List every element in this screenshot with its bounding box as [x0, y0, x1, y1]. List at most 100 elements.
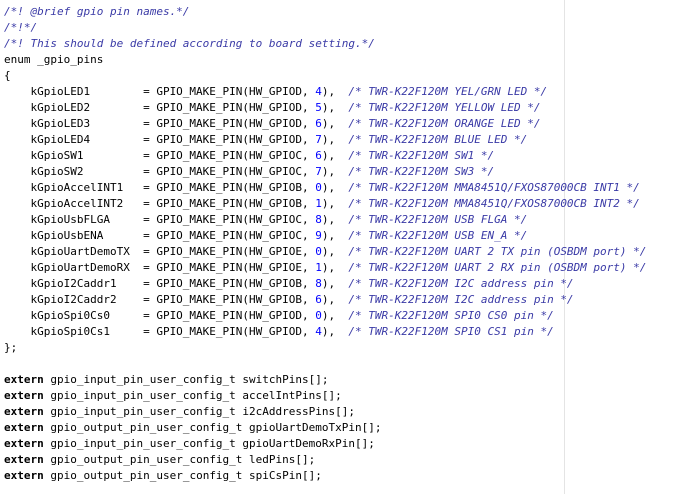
code-token-punc: ),: [321, 277, 349, 290]
code-token-num: 8: [315, 213, 322, 226]
code-token-id: gpio_input_pin_user_config_t i2cAddressP…: [43, 405, 356, 418]
code-token-comment: /* TWR-K22F120M SW1 */: [348, 149, 495, 162]
code-line[interactable]: kGpioAccelINT2 = GPIO_MAKE_PIN(HW_GPIOB,…: [4, 196, 640, 212]
code-line[interactable]: kGpioUsbENA = GPIO_MAKE_PIN(HW_GPIOC, 9)…: [4, 228, 527, 244]
code-token-id: kGpioUsbENA = GPIO_MAKE_PIN(HW_GPIOC,: [4, 229, 316, 242]
code-token-id: gpio_input_pin_user_config_t switchPins[…: [43, 373, 329, 386]
code-token-num: 1: [315, 197, 322, 210]
code-token-punc: ),: [321, 229, 349, 242]
code-line[interactable]: kGpioUartDemoTX = GPIO_MAKE_PIN(HW_GPIOE…: [4, 244, 646, 260]
code-token-id: kGpioLED2 = GPIO_MAKE_PIN(HW_GPIOD,: [4, 101, 316, 114]
code-token-num: 0: [315, 181, 322, 194]
code-token-id: gpio_output_pin_user_config_t ledPins[];: [43, 453, 316, 466]
code-token-num: 7: [315, 165, 322, 178]
code-token-comment: /* TWR-K22F120M ORANGE LED */: [348, 117, 541, 130]
code-token-id: kGpioI2Caddr2 = GPIO_MAKE_PIN(HW_GPIOB,: [4, 293, 316, 306]
code-token-num: 4: [315, 85, 322, 98]
code-line[interactable]: /*!*/: [4, 20, 37, 36]
code-line[interactable]: kGpioI2Caddr1 = GPIO_MAKE_PIN(HW_GPIOB, …: [4, 276, 574, 292]
code-line[interactable]: extern gpio_input_pin_user_config_t gpio…: [4, 436, 375, 452]
code-token-num: 6: [315, 149, 322, 162]
code-token-id: kGpioLED1 = GPIO_MAKE_PIN(HW_GPIOD,: [4, 85, 316, 98]
code-line[interactable]: /*! @brief gpio pin names.*/: [4, 4, 189, 20]
code-token-num: 5: [315, 101, 322, 114]
code-token-id: kGpioSW2 = GPIO_MAKE_PIN(HW_GPIOC,: [4, 165, 316, 178]
code-editor[interactable]: /*! @brief gpio pin names.*/ /*!*/ /*! Thi…: [0, 0, 699, 494]
code-line[interactable]: kGpioLED3 = GPIO_MAKE_PIN(HW_GPIOD, 6), …: [4, 116, 540, 132]
code-line[interactable]: extern gpio_output_pin_user_config_t gpi…: [4, 420, 382, 436]
code-token-comment: /* TWR-K22F120M SPI0 CS1 pin */: [348, 325, 554, 338]
code-token-id: kGpioSpi0Cs1 = GPIO_MAKE_PIN(HW_GPIOD,: [4, 325, 316, 338]
code-token-num: 4: [315, 325, 322, 338]
code-line[interactable]: kGpioLED4 = GPIO_MAKE_PIN(HW_GPIOD, 7), …: [4, 132, 527, 148]
code-line[interactable]: };: [4, 340, 17, 356]
code-line[interactable]: extern gpio_output_pin_user_config_t led…: [4, 452, 315, 468]
code-token-comment: /* TWR-K22F120M I2C address pin */: [348, 293, 574, 306]
code-token-punc: ),: [321, 213, 349, 226]
code-token-comment: /* TWR-K22F120M USB FLGA */: [348, 213, 528, 226]
code-token-punc: ),: [321, 245, 349, 258]
code-token-num: 0: [315, 309, 322, 322]
code-token-kw: extern: [4, 373, 44, 386]
code-token-punc: };: [4, 341, 18, 354]
code-token-comment: /* TWR-K22F120M MMA8451Q/FXOS87000CB INT…: [348, 181, 640, 194]
code-token-num: 7: [315, 133, 322, 146]
code-token-comment: /* TWR-K22F120M USB EN_A */: [348, 229, 528, 242]
code-token-comment: /* TWR-K22F120M UART 2 TX pin (OSBDM por…: [348, 245, 647, 258]
code-token-id: kGpioI2Caddr1 = GPIO_MAKE_PIN(HW_GPIOB,: [4, 277, 316, 290]
code-token-punc: ),: [321, 197, 349, 210]
code-token-id: gpio_output_pin_user_config_t gpioUartDe…: [43, 421, 382, 434]
code-line[interactable]: kGpioAccelINT1 = GPIO_MAKE_PIN(HW_GPIOB,…: [4, 180, 640, 196]
code-line[interactable]: kGpioSpi0Cs1 = GPIO_MAKE_PIN(HW_GPIOD, 4…: [4, 324, 554, 340]
code-token-punc: ),: [321, 261, 349, 274]
code-line[interactable]: extern gpio_output_pin_user_config_t spi…: [4, 468, 322, 484]
code-token-comment: /* TWR-K22F120M BLUE LED */: [348, 133, 528, 146]
code-token-id: kGpioAccelINT1 = GPIO_MAKE_PIN(HW_GPIOB,: [4, 181, 316, 194]
code-token-id: kGpioUartDemoTX = GPIO_MAKE_PIN(HW_GPIOE…: [4, 245, 316, 258]
code-line[interactable]: kGpioSW2 = GPIO_MAKE_PIN(HW_GPIOC, 7), /…: [4, 164, 494, 180]
code-token-kw: extern: [4, 389, 44, 402]
code-token-id: kGpioLED4 = GPIO_MAKE_PIN(HW_GPIOD,: [4, 133, 316, 146]
code-token-comment: /* TWR-K22F120M YEL/GRN LED */: [348, 85, 548, 98]
code-line[interactable]: kGpioLED1 = GPIO_MAKE_PIN(HW_GPIOD, 4), …: [4, 84, 547, 100]
code-line[interactable]: kGpioUsbFLGA = GPIO_MAKE_PIN(HW_GPIOC, 8…: [4, 212, 527, 228]
code-token-num: 6: [315, 117, 322, 130]
code-token-punc: ),: [321, 293, 349, 306]
code-line[interactable]: kGpioUartDemoRX = GPIO_MAKE_PIN(HW_GPIOE…: [4, 260, 646, 276]
code-token-num: 0: [315, 245, 322, 258]
code-token-comment: /* TWR-K22F120M MMA8451Q/FXOS87000CB INT…: [348, 197, 640, 210]
code-token-kw: extern: [4, 437, 44, 450]
code-token-id: enum _gpio_pins: [4, 53, 104, 66]
code-token-punc: ),: [321, 181, 349, 194]
code-token-id: kGpioLED3 = GPIO_MAKE_PIN(HW_GPIOD,: [4, 117, 316, 130]
code-line[interactable]: kGpioLED2 = GPIO_MAKE_PIN(HW_GPIOD, 5), …: [4, 100, 540, 116]
code-token-comment: /*! This should be defined according to …: [4, 37, 375, 50]
code-token-comment: /*!*/: [4, 21, 38, 34]
code-token-punc: ),: [321, 149, 349, 162]
code-token-kw: extern: [4, 469, 44, 482]
code-line[interactable]: extern gpio_input_pin_user_config_t swit…: [4, 372, 329, 388]
code-token-id: kGpioUartDemoRX = GPIO_MAKE_PIN(HW_GPIOE…: [4, 261, 316, 274]
code-token-punc: ),: [321, 85, 349, 98]
code-token-comment: /* TWR-K22F120M I2C address pin */: [348, 277, 574, 290]
code-line[interactable]: enum _gpio_pins: [4, 52, 103, 68]
code-token-id: gpio_input_pin_user_config_t gpioUartDem…: [43, 437, 375, 450]
code-token-punc: ),: [321, 325, 349, 338]
code-line[interactable]: kGpioSW1 = GPIO_MAKE_PIN(HW_GPIOC, 6), /…: [4, 148, 494, 164]
code-token-punc: ),: [321, 165, 349, 178]
code-token-num: 9: [315, 229, 322, 242]
code-token-punc: ),: [321, 309, 349, 322]
code-token-comment: /* TWR-K22F120M SPI0 CS0 pin */: [348, 309, 554, 322]
code-line[interactable]: /*! This should be defined according to …: [4, 36, 375, 52]
code-line[interactable]: extern gpio_input_pin_user_config_t i2cA…: [4, 404, 355, 420]
code-line[interactable]: kGpioI2Caddr2 = GPIO_MAKE_PIN(HW_GPIOB, …: [4, 292, 574, 308]
code-token-num: 1: [315, 261, 322, 274]
code-token-kw: extern: [4, 421, 44, 434]
code-token-id: kGpioSW1 = GPIO_MAKE_PIN(HW_GPIOC,: [4, 149, 316, 162]
code-token-kw: extern: [4, 453, 44, 466]
code-line[interactable]: {: [4, 68, 11, 84]
code-token-num: 6: [315, 293, 322, 306]
code-line[interactable]: kGpioSpi0Cs0 = GPIO_MAKE_PIN(HW_GPIOD, 0…: [4, 308, 554, 324]
code-token-id: kGpioAccelINT2 = GPIO_MAKE_PIN(HW_GPIOB,: [4, 197, 316, 210]
code-line[interactable]: extern gpio_input_pin_user_config_t acce…: [4, 388, 342, 404]
